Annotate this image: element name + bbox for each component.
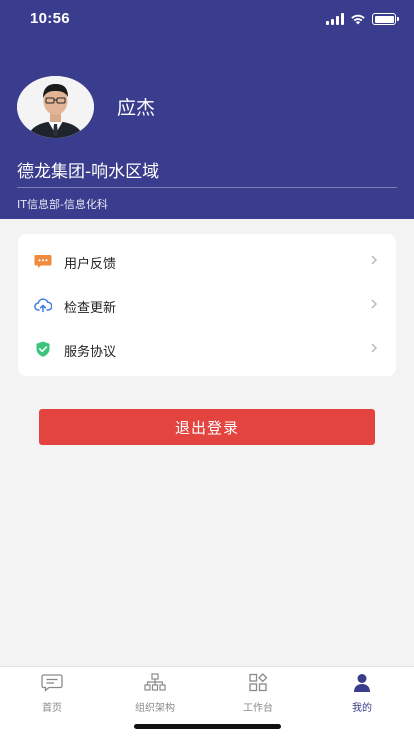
person-icon: [354, 674, 370, 692]
logout-button[interactable]: 退出登录: [39, 409, 375, 445]
chevron-right-icon: [371, 299, 377, 309]
menu-item-check-update[interactable]: 检查更新: [18, 283, 396, 327]
settings-menu-card: 用户反馈 检查更新 服务协议: [18, 234, 396, 376]
tab-workbench[interactable]: 工作台: [223, 673, 293, 714]
status-time: 10:56: [30, 10, 70, 27]
org-chart-icon: [144, 673, 166, 691]
organization-name: 德龙集团-响水区域: [17, 162, 160, 182]
tab-label: 首页: [42, 703, 62, 714]
user-name: 应杰: [117, 97, 156, 119]
tab-mine[interactable]: 我的: [327, 673, 397, 714]
menu-item-label: 服务协议: [64, 345, 117, 360]
profile-screen: 10:56 应杰 德龙集团-响水区域 IT信息部-信息化科 用户反馈 检查更新 …: [0, 0, 414, 736]
tab-label: 工作台: [243, 703, 273, 714]
status-bar: 10:56: [0, 0, 414, 40]
cellular-signal-icon: [326, 13, 344, 25]
home-indicator: [134, 724, 281, 729]
tab-org-structure[interactable]: 组织架构: [120, 673, 190, 714]
chevron-right-icon: [371, 255, 377, 265]
cloud-upload-icon: [34, 298, 52, 313]
tab-home[interactable]: 首页: [17, 673, 87, 714]
message-icon: [41, 674, 63, 692]
profile-header: 10:56 应杰 德龙集团-响水区域 IT信息部-信息化科: [0, 0, 414, 219]
wifi-icon: [351, 14, 365, 25]
avatar[interactable]: [17, 76, 94, 138]
tab-label: 我的: [352, 703, 372, 714]
tab-label: 组织架构: [135, 703, 175, 714]
status-icons: [326, 13, 399, 25]
department-name: IT信息部-信息化科: [17, 198, 108, 211]
menu-item-label: 用户反馈: [64, 257, 117, 272]
menu-item-service-agreement[interactable]: 服务协议: [18, 327, 396, 371]
header-divider: [17, 187, 397, 188]
shield-check-icon: [36, 341, 50, 357]
menu-item-feedback[interactable]: 用户反馈: [18, 239, 396, 283]
grid-icon: [249, 673, 268, 692]
menu-item-label: 检查更新: [64, 301, 117, 316]
chevron-right-icon: [371, 343, 377, 353]
battery-icon: [372, 13, 399, 25]
feedback-icon: [34, 255, 52, 268]
